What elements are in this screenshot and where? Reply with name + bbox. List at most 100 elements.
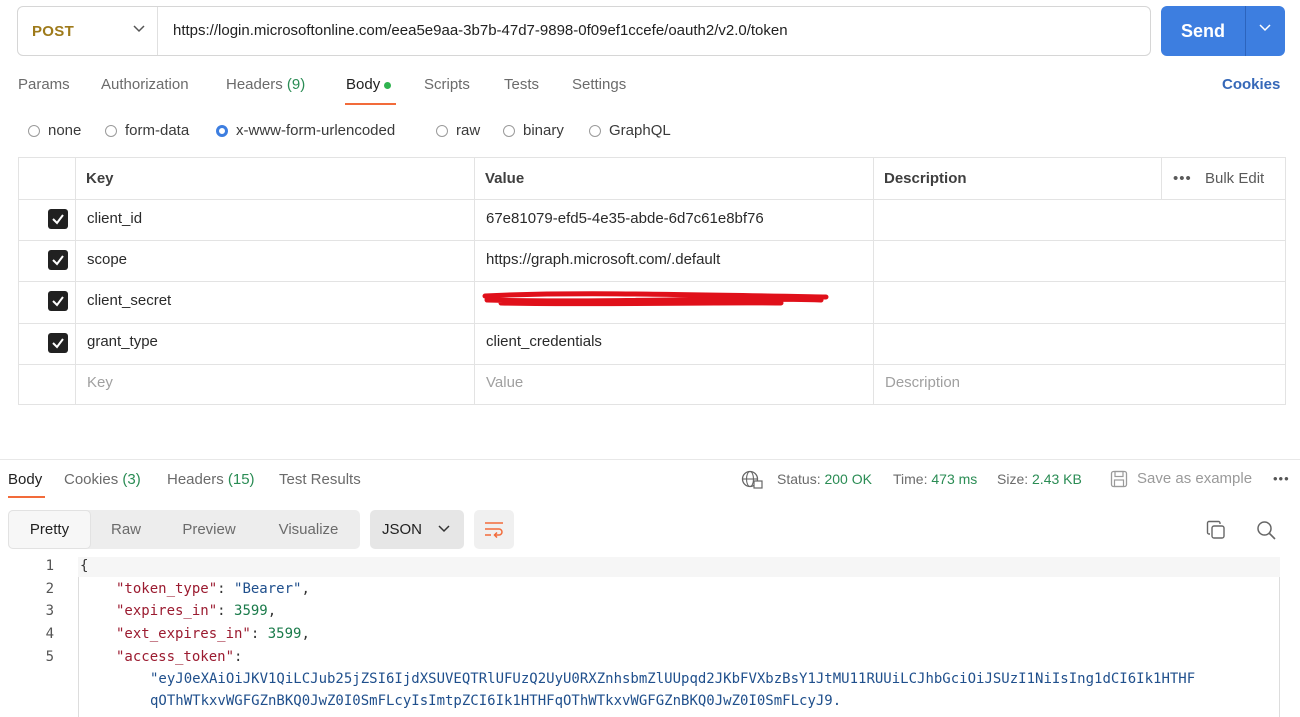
tab-settings[interactable]: Settings bbox=[572, 76, 626, 93]
radio-graphql[interactable]: GraphQL bbox=[589, 122, 671, 139]
tab-headers[interactable]: Headers (9) bbox=[226, 76, 305, 93]
time-label: Time: bbox=[893, 471, 928, 487]
tab-tests[interactable]: Tests bbox=[504, 76, 539, 93]
save-icon[interactable] bbox=[1110, 470, 1128, 488]
more-options-icon[interactable]: ••• bbox=[1173, 170, 1192, 187]
response-time[interactable]: Time: 473 ms bbox=[893, 471, 977, 487]
method-label: POST bbox=[32, 22, 75, 40]
radio-circle-icon bbox=[589, 124, 601, 137]
request-bar: POST https://login.microsoftonline.com/e… bbox=[17, 6, 1151, 56]
row-checkbox[interactable] bbox=[48, 333, 68, 353]
row-divider bbox=[19, 323, 1285, 324]
row-checkbox[interactable] bbox=[48, 209, 68, 229]
tab-params[interactable]: Params bbox=[18, 76, 70, 93]
line-number: 3 bbox=[45, 603, 54, 619]
time-value: 473 ms bbox=[931, 471, 978, 487]
row-key[interactable]: grant_type bbox=[87, 333, 158, 350]
header-value: Value bbox=[485, 170, 525, 187]
radio-label: x-www-form-urlencoded bbox=[236, 122, 396, 139]
globe-lock-icon[interactable] bbox=[741, 470, 763, 490]
radio-urlencoded[interactable]: x-www-form-urlencoded bbox=[216, 122, 395, 139]
send-label: Send bbox=[1180, 20, 1225, 41]
new-value-input[interactable]: Value bbox=[486, 374, 523, 391]
row-divider bbox=[19, 240, 1285, 241]
radio-form-data[interactable]: form-data bbox=[105, 122, 189, 139]
radio-selected-icon bbox=[216, 124, 228, 137]
radio-circle-icon bbox=[503, 124, 515, 137]
json-key: "expires_in" bbox=[116, 603, 218, 619]
col-divider bbox=[474, 158, 475, 404]
json-string: "Bearer" bbox=[234, 581, 302, 597]
tab-scripts[interactable]: Scripts bbox=[424, 76, 470, 93]
response-size[interactable]: Size: 2.43 KB bbox=[997, 471, 1082, 487]
format-label: JSON bbox=[382, 521, 423, 538]
row-key[interactable]: client_id bbox=[87, 210, 142, 227]
copy-icon[interactable] bbox=[1206, 520, 1226, 540]
code-line: { bbox=[80, 558, 89, 574]
response-tab-headers[interactable]: Headers (15) bbox=[167, 471, 255, 488]
view-pretty[interactable]: Pretty bbox=[8, 510, 91, 549]
new-description-input[interactable]: Description bbox=[885, 374, 960, 391]
row-checkbox[interactable] bbox=[48, 250, 68, 270]
new-key-input[interactable]: Key bbox=[87, 374, 113, 391]
row-key[interactable]: scope bbox=[87, 251, 127, 268]
row-divider bbox=[19, 281, 1285, 282]
radio-raw[interactable]: raw bbox=[436, 122, 480, 139]
line-number: 4 bbox=[45, 626, 54, 642]
chevron-down-icon bbox=[133, 25, 145, 33]
row-checkbox[interactable] bbox=[48, 291, 68, 311]
send-divider bbox=[1245, 6, 1246, 56]
view-visualize[interactable]: Visualize bbox=[257, 510, 360, 549]
cookies-link[interactable]: Cookies bbox=[1222, 76, 1280, 93]
radio-binary[interactable]: binary bbox=[503, 122, 564, 139]
current-line-highlight bbox=[78, 557, 1280, 577]
row-divider bbox=[19, 364, 1285, 365]
chevron-down-icon[interactable] bbox=[1259, 24, 1271, 32]
row-value[interactable]: 67e81079-efd5-4e35-abde-6d7c61e8bf76 bbox=[486, 210, 764, 227]
url-input[interactable]: https://login.microsoftonline.com/eea5e9… bbox=[173, 22, 788, 39]
status-value: 200 OK bbox=[824, 471, 872, 487]
line-number: 1 bbox=[45, 558, 54, 574]
format-select[interactable]: JSON bbox=[370, 510, 464, 549]
search-icon[interactable] bbox=[1256, 520, 1276, 540]
redaction-scribble bbox=[482, 291, 829, 307]
view-preview[interactable]: Preview bbox=[161, 510, 257, 549]
response-tab-cookies-label: Cookies bbox=[64, 471, 119, 488]
line-number: 5 bbox=[45, 649, 54, 665]
status-label: Status: bbox=[777, 471, 821, 487]
size-value: 2.43 KB bbox=[1032, 471, 1082, 487]
tab-authorization[interactable]: Authorization bbox=[101, 76, 189, 93]
radio-none[interactable]: none bbox=[28, 122, 81, 139]
json-number: 3599 bbox=[267, 626, 302, 642]
send-button[interactable]: Send bbox=[1161, 6, 1285, 56]
method-select[interactable]: POST bbox=[18, 7, 158, 55]
json-key: "access_token" bbox=[116, 649, 235, 665]
view-raw[interactable]: Raw bbox=[91, 510, 161, 549]
radio-circle-icon bbox=[436, 124, 448, 137]
more-options-icon[interactable]: ••• bbox=[1273, 471, 1290, 486]
response-tab-body[interactable]: Body bbox=[8, 471, 42, 488]
response-tab-cookies[interactable]: Cookies (3) bbox=[64, 471, 141, 488]
wrap-lines-button[interactable] bbox=[474, 510, 514, 549]
modified-dot-icon bbox=[384, 81, 392, 89]
check-icon bbox=[52, 255, 64, 266]
check-icon bbox=[52, 214, 64, 225]
json-key: "ext_expires_in" bbox=[116, 626, 251, 642]
row-key[interactable]: client_secret bbox=[87, 292, 171, 309]
row-value[interactable]: https://graph.microsoft.com/.default bbox=[486, 251, 720, 268]
bulk-edit-button[interactable]: Bulk Edit bbox=[1205, 170, 1264, 187]
params-table: Key Value Description ••• Bulk Edit clie… bbox=[18, 157, 1286, 405]
radio-label: form-data bbox=[125, 122, 190, 139]
tab-headers-label: Headers bbox=[226, 76, 283, 93]
response-status[interactable]: Status: 200 OK bbox=[777, 471, 872, 487]
tab-body[interactable]: Body bbox=[346, 76, 392, 93]
response-tab-test-results[interactable]: Test Results bbox=[279, 471, 361, 488]
chevron-down-icon bbox=[438, 525, 450, 533]
header-description: Description bbox=[884, 170, 967, 187]
code-line: "ext_expires_in": 3599, bbox=[116, 626, 310, 642]
col-divider bbox=[873, 158, 874, 404]
col-divider bbox=[75, 158, 76, 404]
save-as-example-button[interactable]: Save as example bbox=[1137, 470, 1252, 487]
check-icon bbox=[52, 338, 64, 349]
row-value[interactable]: client_credentials bbox=[486, 333, 602, 350]
